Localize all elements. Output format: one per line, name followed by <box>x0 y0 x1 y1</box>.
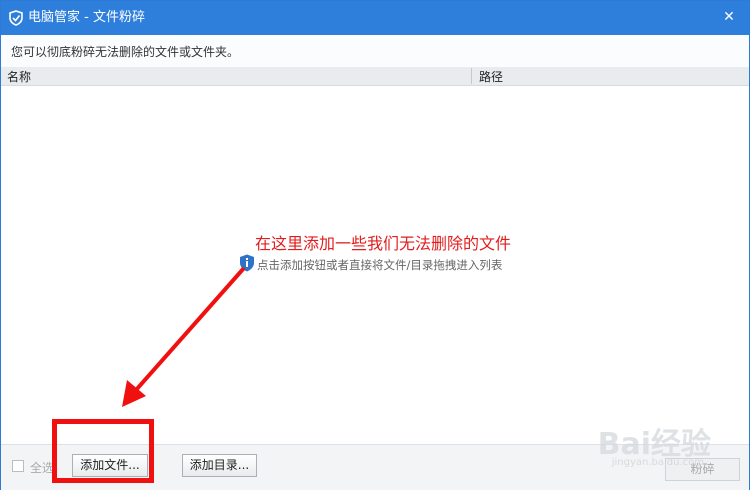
baidu-watermark-url: jingyan.baidu.com <box>611 457 704 468</box>
column-divider[interactable] <box>471 68 472 84</box>
description-text: 您可以彻底粉碎无法删除的文件或文件夹。 <box>11 45 240 59</box>
select-all-checkbox[interactable] <box>12 460 24 472</box>
info-shield-icon <box>240 254 254 272</box>
column-header-name[interactable]: 名称 <box>7 68 31 85</box>
empty-list-hint: 点击添加按钮或者直接将文件/目录拖拽进入列表 <box>257 258 503 272</box>
column-header-path[interactable]: 路径 <box>479 68 503 85</box>
shield-logo-icon <box>9 10 23 26</box>
highlight-box <box>52 419 154 483</box>
table-header: 名称 路径 <box>1 67 749 86</box>
select-all-label: 全选 <box>30 461 55 475</box>
close-button[interactable]: ✕ <box>719 7 739 27</box>
close-icon: ✕ <box>723 9 735 25</box>
title-bar[interactable]: 电脑管家 - 文件粉碎 ✕ <box>1 1 749 35</box>
add-directory-button[interactable]: 添加目录... <box>182 454 257 477</box>
annotation-text: 在这里添加一些我们无法删除的文件 <box>255 234 512 253</box>
window-title: 电脑管家 - 文件粉碎 <box>28 10 145 25</box>
